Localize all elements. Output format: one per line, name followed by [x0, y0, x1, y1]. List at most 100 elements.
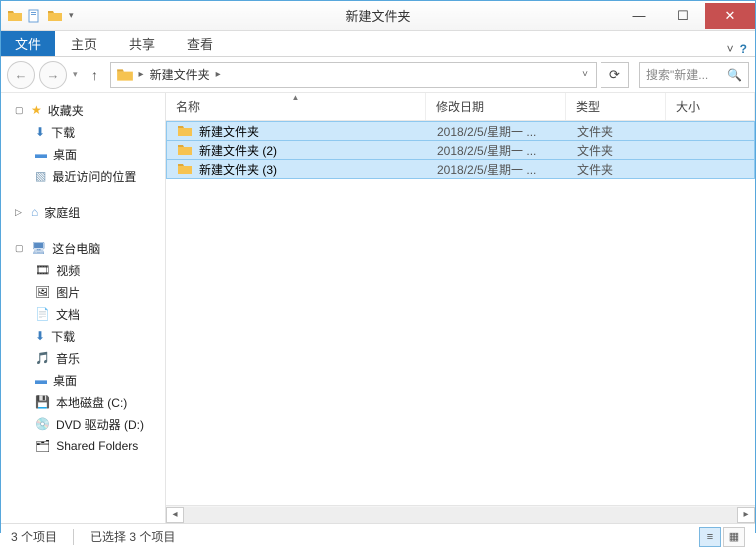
breadcrumb-sep-icon[interactable]: ▸ — [214, 69, 223, 80]
scroll-left-icon[interactable]: ◂ — [166, 507, 184, 523]
column-label: 名称 — [176, 98, 200, 115]
sidebar-item-shared[interactable]: 🗂Shared Folders — [1, 435, 165, 457]
view-large-button[interactable]: ▦ — [723, 527, 745, 547]
file-date: 2018/2/5/星期一 ... — [427, 161, 567, 178]
sidebar-label: 家庭组 — [44, 204, 80, 221]
item-count: 3 个项目 — [11, 528, 57, 545]
column-label: 类型 — [576, 98, 600, 115]
forward-button[interactable]: → — [39, 61, 67, 89]
scroll-track[interactable] — [184, 507, 737, 523]
file-list-pane: ▲ 名称 修改日期 类型 大小 新建文件夹2018/2/5/星期一 ...文件夹… — [166, 93, 755, 523]
help-icon[interactable]: ? — [740, 42, 747, 56]
sidebar-item-label: 本地磁盘 (C:) — [56, 394, 127, 411]
column-date[interactable]: 修改日期 — [426, 93, 566, 120]
status-bar: 3 个项目 已选择 3 个项目 ≡ ▦ — [1, 523, 755, 549]
sidebar-item-label: 图片 — [56, 284, 80, 301]
address-bar[interactable]: ▸ 新建文件夹 ▸ ˅ — [110, 62, 597, 88]
refresh-button[interactable]: ⟳ — [601, 62, 629, 88]
new-folder-icon[interactable] — [47, 8, 63, 24]
disk-icon: 💾 — [35, 395, 50, 409]
close-button[interactable]: ✕ — [705, 3, 755, 29]
qat-dropdown-icon[interactable]: ▾ — [67, 10, 76, 21]
file-type: 文件夹 — [567, 123, 667, 140]
search-placeholder: 搜索"新建... — [646, 66, 708, 83]
scroll-right-icon[interactable]: ▸ — [737, 507, 755, 523]
sidebar-item-recent[interactable]: ▧ 最近访问的位置 — [1, 165, 165, 187]
file-date: 2018/2/5/星期一 ... — [427, 142, 567, 159]
up-button[interactable]: ↑ — [84, 64, 106, 86]
sidebar-label: 收藏夹 — [48, 102, 84, 119]
column-name[interactable]: ▲ 名称 — [166, 93, 426, 120]
desktop-icon: ▬ — [35, 373, 47, 387]
shared-icon: 🗂 — [35, 439, 50, 453]
tab-file[interactable]: 文件 — [1, 30, 55, 56]
sidebar-favorites[interactable]: ▢ ★ 收藏夹 — [1, 99, 165, 121]
table-row[interactable]: 新建文件夹 (2) 2018/2/5/星期一 ...文件夹 — [166, 140, 755, 160]
maximize-button[interactable]: ☐ — [661, 3, 705, 29]
properties-icon[interactable] — [27, 8, 43, 24]
tab-view[interactable]: 查看 — [171, 30, 229, 56]
sidebar-item-downloads2[interactable]: ⬇下载 — [1, 325, 165, 347]
sort-asc-icon: ▲ — [292, 93, 300, 102]
tab-home[interactable]: 主页 — [55, 30, 113, 56]
sidebar-item-pictures[interactable]: 🖼 图片 — [1, 281, 165, 303]
folder-icon — [116, 66, 134, 84]
address-dropdown-icon[interactable]: ˅ — [576, 69, 594, 80]
dvd-icon: 💿 — [35, 417, 50, 431]
history-dropdown-icon[interactable]: ▾ — [71, 69, 80, 80]
breadcrumb-sep-icon[interactable]: ▸ — [137, 69, 146, 80]
divider — [73, 529, 74, 545]
back-button[interactable]: ← — [7, 61, 35, 89]
sidebar-item-downloads[interactable]: ⬇下载 — [1, 121, 165, 143]
sidebar-item-music[interactable]: 🎵音乐 — [1, 347, 165, 369]
sidebar-item-desktop2[interactable]: ▬桌面 — [1, 369, 165, 391]
sidebar-item-documents[interactable]: 📄文档 — [1, 303, 165, 325]
column-type[interactable]: 类型 — [566, 93, 666, 120]
column-headers: ▲ 名称 修改日期 类型 大小 — [166, 93, 755, 121]
desktop-icon: ▬ — [35, 147, 47, 161]
music-icon: 🎵 — [35, 351, 50, 365]
sidebar-item-label: 视频 — [56, 262, 80, 279]
sidebar-item-desktop[interactable]: ▬ 桌面 — [1, 143, 165, 165]
quick-access-toolbar: ▾ — [1, 8, 76, 24]
sidebar-item-label: 桌面 — [53, 146, 77, 163]
file-type: 文件夹 — [567, 142, 667, 159]
sidebar-thispc[interactable]: ▢ 🖥 这台电脑 — [1, 237, 165, 259]
sidebar-item-dvd[interactable]: 💿 DVD 驱动器 (D:) — [1, 413, 165, 435]
sidebar-item-label: 下载 — [51, 124, 75, 141]
table-row[interactable]: 新建文件夹 (3)2018/2/5/星期一 ...文件夹 — [166, 159, 755, 179]
sidebar-item-localdisk[interactable]: 💾 本地磁盘 (C:) — [1, 391, 165, 413]
sidebar-label: 这台电脑 — [52, 240, 100, 257]
column-size[interactable]: 大小 — [666, 93, 755, 120]
expand-icon[interactable]: ▷ — [15, 207, 25, 218]
table-row[interactable]: 新建文件夹2018/2/5/星期一 ...文件夹 — [166, 121, 755, 141]
breadcrumb[interactable]: 新建文件夹 — [146, 66, 214, 83]
selected-count: 已选择 3 个项目 — [90, 528, 175, 545]
pictures-icon: 🖼 — [35, 285, 50, 299]
horizontal-scrollbar[interactable]: ◂ ▸ — [166, 505, 755, 523]
tab-share[interactable]: 共享 — [113, 30, 171, 56]
recent-icon: ▧ — [35, 169, 46, 183]
nav-bar: ← → ▾ ↑ ▸ 新建文件夹 ▸ ˅ ⟳ 搜索"新建... 🔍 — [1, 57, 755, 93]
homegroup-icon: ⌂ — [31, 205, 38, 219]
sidebar-item-label: 最近访问的位置 — [52, 168, 136, 185]
file-rows[interactable]: 新建文件夹2018/2/5/星期一 ...文件夹新建文件夹 (2) 2018/2/… — [166, 121, 755, 505]
sidebar-item-label: DVD 驱动器 (D:) — [56, 416, 144, 433]
column-label: 大小 — [676, 98, 700, 115]
file-name: 新建文件夹 (3) — [199, 161, 277, 178]
navigation-pane[interactable]: ▢ ★ 收藏夹 ⬇下载 ▬ 桌面 ▧ 最近访问的位置 ▷ ⌂ 家庭组 ▢ 🖥 这台电… — [1, 93, 166, 523]
star-icon: ★ — [31, 103, 42, 117]
search-input[interactable]: 搜索"新建... 🔍 — [639, 62, 749, 88]
ribbon-expand-icon[interactable]: ˅ — [727, 42, 734, 56]
sidebar-item-videos[interactable]: 🎞视频 — [1, 259, 165, 281]
view-details-button[interactable]: ≡ — [699, 527, 721, 547]
sidebar-item-label: 下载 — [51, 328, 75, 345]
ribbon-tabs: 文件 主页 共享 查看 ˅ ? — [1, 31, 755, 57]
collapse-icon[interactable]: ▢ — [15, 243, 25, 254]
file-name: 新建文件夹 (2) — [199, 142, 277, 159]
collapse-icon[interactable]: ▢ — [15, 105, 25, 116]
folder-icon — [7, 8, 23, 24]
sidebar-item-label: 文档 — [56, 306, 80, 323]
minimize-button[interactable]: — — [617, 3, 661, 29]
sidebar-homegroup[interactable]: ▷ ⌂ 家庭组 — [1, 201, 165, 223]
